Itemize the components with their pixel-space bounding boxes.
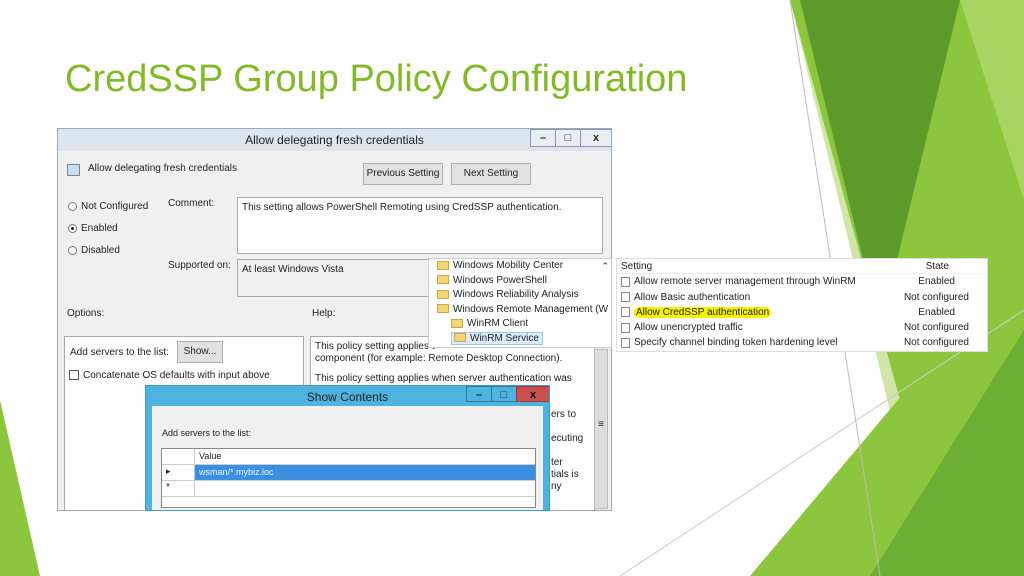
list-item[interactable]: Allow Basic authentication Not configured	[617, 290, 987, 305]
policy-icon	[621, 307, 630, 318]
list-item[interactable]: Allow unencrypted traffic Not configured	[617, 320, 987, 335]
list-item[interactable]: Specify channel binding token hardening …	[617, 335, 987, 350]
table-row[interactable]: *	[162, 481, 535, 497]
concatenate-checkbox[interactable]: Concatenate OS defaults with input above	[69, 370, 270, 381]
help-text: ers to	[551, 409, 577, 420]
settings-list: Setting State Allow remote server managem…	[616, 258, 988, 352]
value-cell[interactable]: wsman/*.mybiz.loc	[194, 465, 535, 480]
minimize-button[interactable]: –	[466, 386, 492, 402]
folder-icon	[454, 333, 466, 343]
show-contents-dialog: Show Contents – □ x Add servers to the l…	[145, 385, 550, 511]
radio-enabled[interactable]: Enabled	[68, 223, 118, 234]
add-servers-label: Add servers to the list:	[70, 347, 169, 358]
policy-icon	[621, 322, 630, 333]
help-text: ecuting	[551, 433, 584, 444]
current-row-icon: ▸	[166, 466, 171, 476]
list-item[interactable]: Allow CredSSP authentication Enabled	[617, 305, 987, 320]
policy-icon	[621, 276, 630, 287]
list-item[interactable]: Allow remote server management through W…	[617, 274, 987, 289]
help-text: component (for example: Remote Desktop C…	[315, 353, 563, 364]
supported-label: Supported on:	[168, 260, 231, 271]
options-label: Options:	[67, 308, 105, 319]
help-text: This policy setting applies when server …	[315, 373, 572, 384]
minimize-button[interactable]: –	[530, 129, 556, 147]
policy-tree: Windows Mobility Center Windows PowerShe…	[428, 258, 612, 348]
list-header: Setting State	[617, 259, 987, 275]
folder-icon	[451, 318, 463, 328]
folder-icon	[437, 289, 449, 299]
dialog-title: Allow delegating fresh credentials	[58, 129, 611, 151]
previous-setting-button[interactable]: Previous Setting	[363, 163, 443, 185]
setting-name: Allow delegating fresh credentials	[88, 163, 237, 174]
value-cell[interactable]	[194, 481, 535, 496]
tree-item[interactable]: Windows Reliability Analysis	[429, 288, 611, 303]
tree-item[interactable]: Windows PowerShell	[429, 274, 611, 289]
tree-item[interactable]: Windows Mobility Center	[429, 259, 611, 274]
help-text: ny	[551, 481, 562, 492]
folder-icon	[437, 304, 449, 314]
help-label: Help:	[312, 308, 336, 319]
tree-item[interactable]: WinRM Client	[429, 317, 611, 332]
help-text: ter	[551, 457, 563, 468]
show-button[interactable]: Show...	[177, 341, 223, 363]
policy-icon	[621, 291, 630, 302]
radio-disabled[interactable]: Disabled	[68, 245, 120, 256]
help-text: tials is	[551, 469, 579, 480]
folder-icon	[437, 260, 449, 270]
add-servers-label: Add servers to the list:	[162, 428, 252, 438]
maximize-button[interactable]: □	[491, 386, 517, 402]
next-setting-button[interactable]: Next Setting	[451, 163, 531, 185]
column-setting[interactable]: Setting	[621, 261, 652, 272]
tree-item-selected[interactable]: WinRM Service	[429, 331, 611, 347]
scroll-up-icon[interactable]: ⌃	[601, 261, 609, 272]
comment-field[interactable]: This setting allows PowerShell Remoting …	[237, 197, 603, 254]
close-button[interactable]: x	[580, 129, 611, 147]
folder-icon	[437, 275, 449, 285]
policy-icon	[621, 337, 630, 348]
tree-item[interactable]: Windows Remote Management (W	[429, 303, 611, 318]
close-button[interactable]: x	[516, 386, 549, 402]
column-value: Value	[194, 449, 535, 464]
new-row-icon: *	[166, 482, 170, 493]
maximize-button[interactable]: □	[555, 129, 581, 147]
radio-not-configured[interactable]: Not Configured	[68, 201, 148, 212]
column-state[interactable]: State	[926, 259, 949, 274]
help-scrollbar[interactable]: ≡	[594, 349, 608, 509]
table-row[interactable]: ▸ wsman/*.mybiz.loc	[162, 465, 535, 481]
values-grid: Value ▸ wsman/*.mybiz.loc *	[161, 448, 536, 508]
slide-title: CredSSP Group Policy Configuration	[65, 58, 688, 100]
policy-icon	[67, 164, 80, 176]
comment-label: Comment:	[168, 198, 215, 209]
